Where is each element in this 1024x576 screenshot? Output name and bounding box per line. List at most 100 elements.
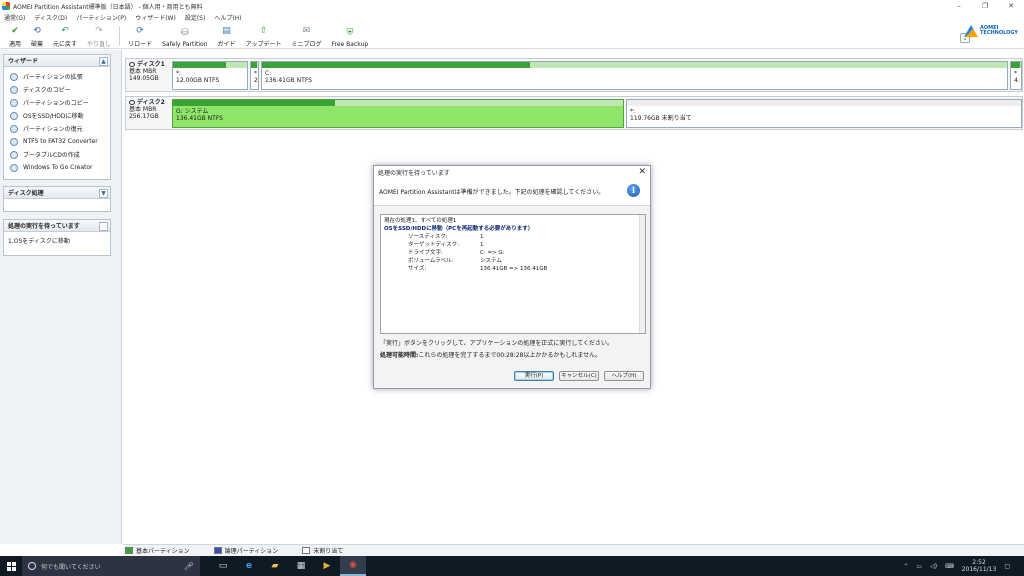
wizard-item-recover-partition[interactable]: パーティションの復元 [4, 122, 110, 135]
store-icon[interactable]: ▦ [288, 556, 314, 576]
disk-row[interactable]: ディスク2 基本 MBR 256.17GB G: システム 136.41GB NT… [125, 96, 1023, 130]
bootable-cd-icon [10, 150, 18, 159]
search-box[interactable]: 何でも聞いてください 🎤︎ [22, 556, 200, 576]
app-icon [2, 2, 10, 10]
wizard-item-windows-to-go[interactable]: Windows To Go Creator [4, 161, 110, 174]
wizard-item-bootable-cd[interactable]: ブータブルCDの作成 [4, 148, 110, 161]
safely-partition-icon: ⛁ [181, 28, 189, 38]
task-view-icon[interactable]: ▭ [210, 556, 236, 576]
partition-block[interactable]: C: 136.41GB NTFS [261, 61, 1008, 90]
detail-row: サイズ: 136.41GB => 136.41GB [408, 266, 548, 272]
windows-to-go-icon [10, 163, 18, 172]
safely-partition-button[interactable]: ⛁ Safely Partition [157, 24, 212, 48]
close-button[interactable]: ✕ [998, 0, 1024, 12]
menu-general[interactable]: 通常(G) [4, 13, 25, 22]
backup-icon: ⛨ [346, 28, 354, 38]
guide-button[interactable]: ▤ ガイド [213, 24, 241, 48]
notifications-icon[interactable]: ▢ [1004, 563, 1010, 570]
dialog-close-icon[interactable]: ✕ [638, 167, 646, 177]
edge-icon[interactable]: e [236, 556, 262, 576]
logical-swatch [213, 547, 222, 554]
pending-operations-dialog: 処理の実行を待っています ✕ AOMEI Partition Assistant… [373, 165, 651, 389]
partition-block[interactable]: * 2 [250, 61, 259, 90]
left-panel: ウィザード ▲ パーティションの拡張 ディスクのコピー パーティションのコピー … [0, 50, 122, 544]
discard-icon: ⟲ [33, 26, 41, 36]
menu-help[interactable]: ヘルプ(H) [214, 13, 241, 22]
execute-button[interactable]: 実行(P) [514, 371, 554, 381]
media-player-icon[interactable]: ▶ [314, 556, 340, 576]
menu-partition[interactable]: パーティション(P) [76, 13, 126, 22]
disk-operations-panel: ディスク処理 ▼ [3, 186, 111, 212]
microphone-icon[interactable]: 🎤︎ [184, 562, 194, 571]
wizard-item-extend-partition[interactable]: パーティションの拡張 [4, 70, 110, 83]
wizard-panel-header[interactable]: ウィザード ▲ [4, 55, 110, 67]
volume-icon[interactable]: ◁) [930, 563, 937, 570]
dialog-header: AOMEI Partition Assistantは準備ができました。下記の処理… [374, 178, 650, 206]
menu-disk[interactable]: ディスク(D) [34, 13, 67, 22]
undo-button[interactable]: ↶ 元に戻す [48, 24, 82, 48]
clock[interactable]: 2:52 2016/11/13 [962, 559, 997, 573]
detail-row: ソースディスク: 1 [408, 234, 484, 240]
taskbar-apps: ▭ e ▰ ▦ ▶ ◉ [210, 556, 366, 576]
unallocated-swatch [302, 547, 311, 554]
keyboard-icon[interactable]: ⌨ [945, 563, 954, 570]
dialog-buttons: 実行(P) キャンセル(C) ヘルプ(H) [509, 371, 644, 381]
vertical-scrollbar[interactable] [639, 215, 645, 333]
primary-swatch [125, 547, 133, 554]
partition-block[interactable]: * 4. [1010, 61, 1022, 90]
disk-operations-header[interactable]: ディスク処理 ▼ [4, 187, 110, 199]
disk-label: ディスク2 基本 MBR 256.17GB [129, 99, 165, 120]
status-bar: 基本パーティション 論理パーティション 未割り当て [123, 544, 1024, 556]
checkmark-icon: ✔ [11, 26, 19, 36]
chevron-up-icon[interactable]: ⌃ [903, 563, 908, 570]
toolbar-separator [119, 26, 121, 46]
title-bar: AOMEI Partition Assistant標準版（日本語） - 個人用・… [0, 0, 1024, 12]
taskbar: 何でも聞いてください 🎤︎ ▭ e ▰ ▦ ▶ ◉ [0, 556, 1024, 576]
free-backup-button[interactable]: ⛨ Free Backup [327, 24, 374, 48]
menu-wizard[interactable]: ウィザード(W) [135, 13, 176, 22]
collapse-icon[interactable] [99, 222, 108, 231]
brand-logo: AOMEI TECHNOLOGY [964, 25, 1018, 37]
collapse-icon[interactable]: ▲ [99, 57, 108, 66]
info-icon: i [627, 184, 640, 197]
extend-partition-icon [10, 72, 18, 81]
apply-button[interactable]: ✔ 適用 [4, 24, 26, 48]
partition-block[interactable]: *: 12.00GB NTFS [172, 61, 248, 90]
guide-icon: ▤ [222, 26, 231, 36]
maximize-button[interactable]: ❐ [972, 0, 998, 12]
wizard-item-ntfs-fat32[interactable]: NTFS to FAT32 Converter [4, 135, 110, 148]
start-button[interactable] [0, 556, 22, 576]
legend-primary: 基本パーティション [125, 546, 190, 555]
redo-button[interactable]: ↷ やり直し [82, 24, 116, 48]
pending-operations-header[interactable]: 処理の実行を待っています [4, 220, 110, 232]
window-title: AOMEI Partition Assistant標準版（日本語） - 個人用・… [13, 3, 203, 11]
partition-block-selected[interactable]: G: システム 136.41GB NTFS [172, 99, 624, 128]
menu-settings[interactable]: 設定(S) [185, 13, 206, 22]
aomei-taskbar-icon[interactable]: ◉ [340, 556, 366, 576]
cancel-button[interactable]: キャンセル(C) [559, 371, 599, 381]
wizard-item-copy-partition[interactable]: パーティションのコピー [4, 96, 110, 109]
wizard-item-migrate-os[interactable]: OSをSSD/HDDに移動 [4, 109, 110, 122]
partition-block-unallocated[interactable]: *: 119.76GB 未割り当て [626, 99, 1022, 128]
reload-button[interactable]: ⟳ リロード [123, 24, 157, 48]
aomei-logo-icon [964, 25, 978, 37]
minimize-button[interactable]: – [946, 0, 972, 12]
expand-icon[interactable]: ▼ [99, 189, 108, 198]
legend-logical: 論理パーティション [213, 546, 278, 555]
miniblog-button[interactable]: ✉ ミニブログ [287, 24, 327, 48]
discard-button[interactable]: ⟲ 破棄 [26, 24, 48, 48]
update-button[interactable]: ⇧ アップデート [241, 24, 287, 48]
dialog-title: 処理の実行を待っています [374, 166, 650, 178]
pending-item[interactable]: 1.OSをディスクに移動 [4, 232, 110, 249]
window-controls: – ❐ ✕ [946, 0, 1024, 12]
network-icon[interactable]: ▭ [916, 563, 922, 570]
help-button[interactable]: ヘルプ(H) [604, 371, 644, 381]
file-explorer-icon[interactable]: ▰ [262, 556, 288, 576]
converter-icon [10, 137, 18, 146]
wizard-item-copy-disk[interactable]: ディスクのコピー [4, 83, 110, 96]
disk-row[interactable]: ディスク1 基本 MBR 149.05GB *: 12.00GB NTFS * 2 … [125, 58, 1023, 92]
operation-list[interactable]: 現在の処理1、すべての処理1 OSをSSD/HDDに移動（PCを再起動する必要が… [380, 214, 646, 334]
legend-unallocated: 未割り当て [302, 546, 343, 555]
disk-icon [129, 62, 135, 67]
toolbar: ✔ 適用 ⟲ 破棄 ↶ 元に戻す ↷ やり直し ⟳ リロード ⛁ Safely … [0, 23, 1024, 49]
